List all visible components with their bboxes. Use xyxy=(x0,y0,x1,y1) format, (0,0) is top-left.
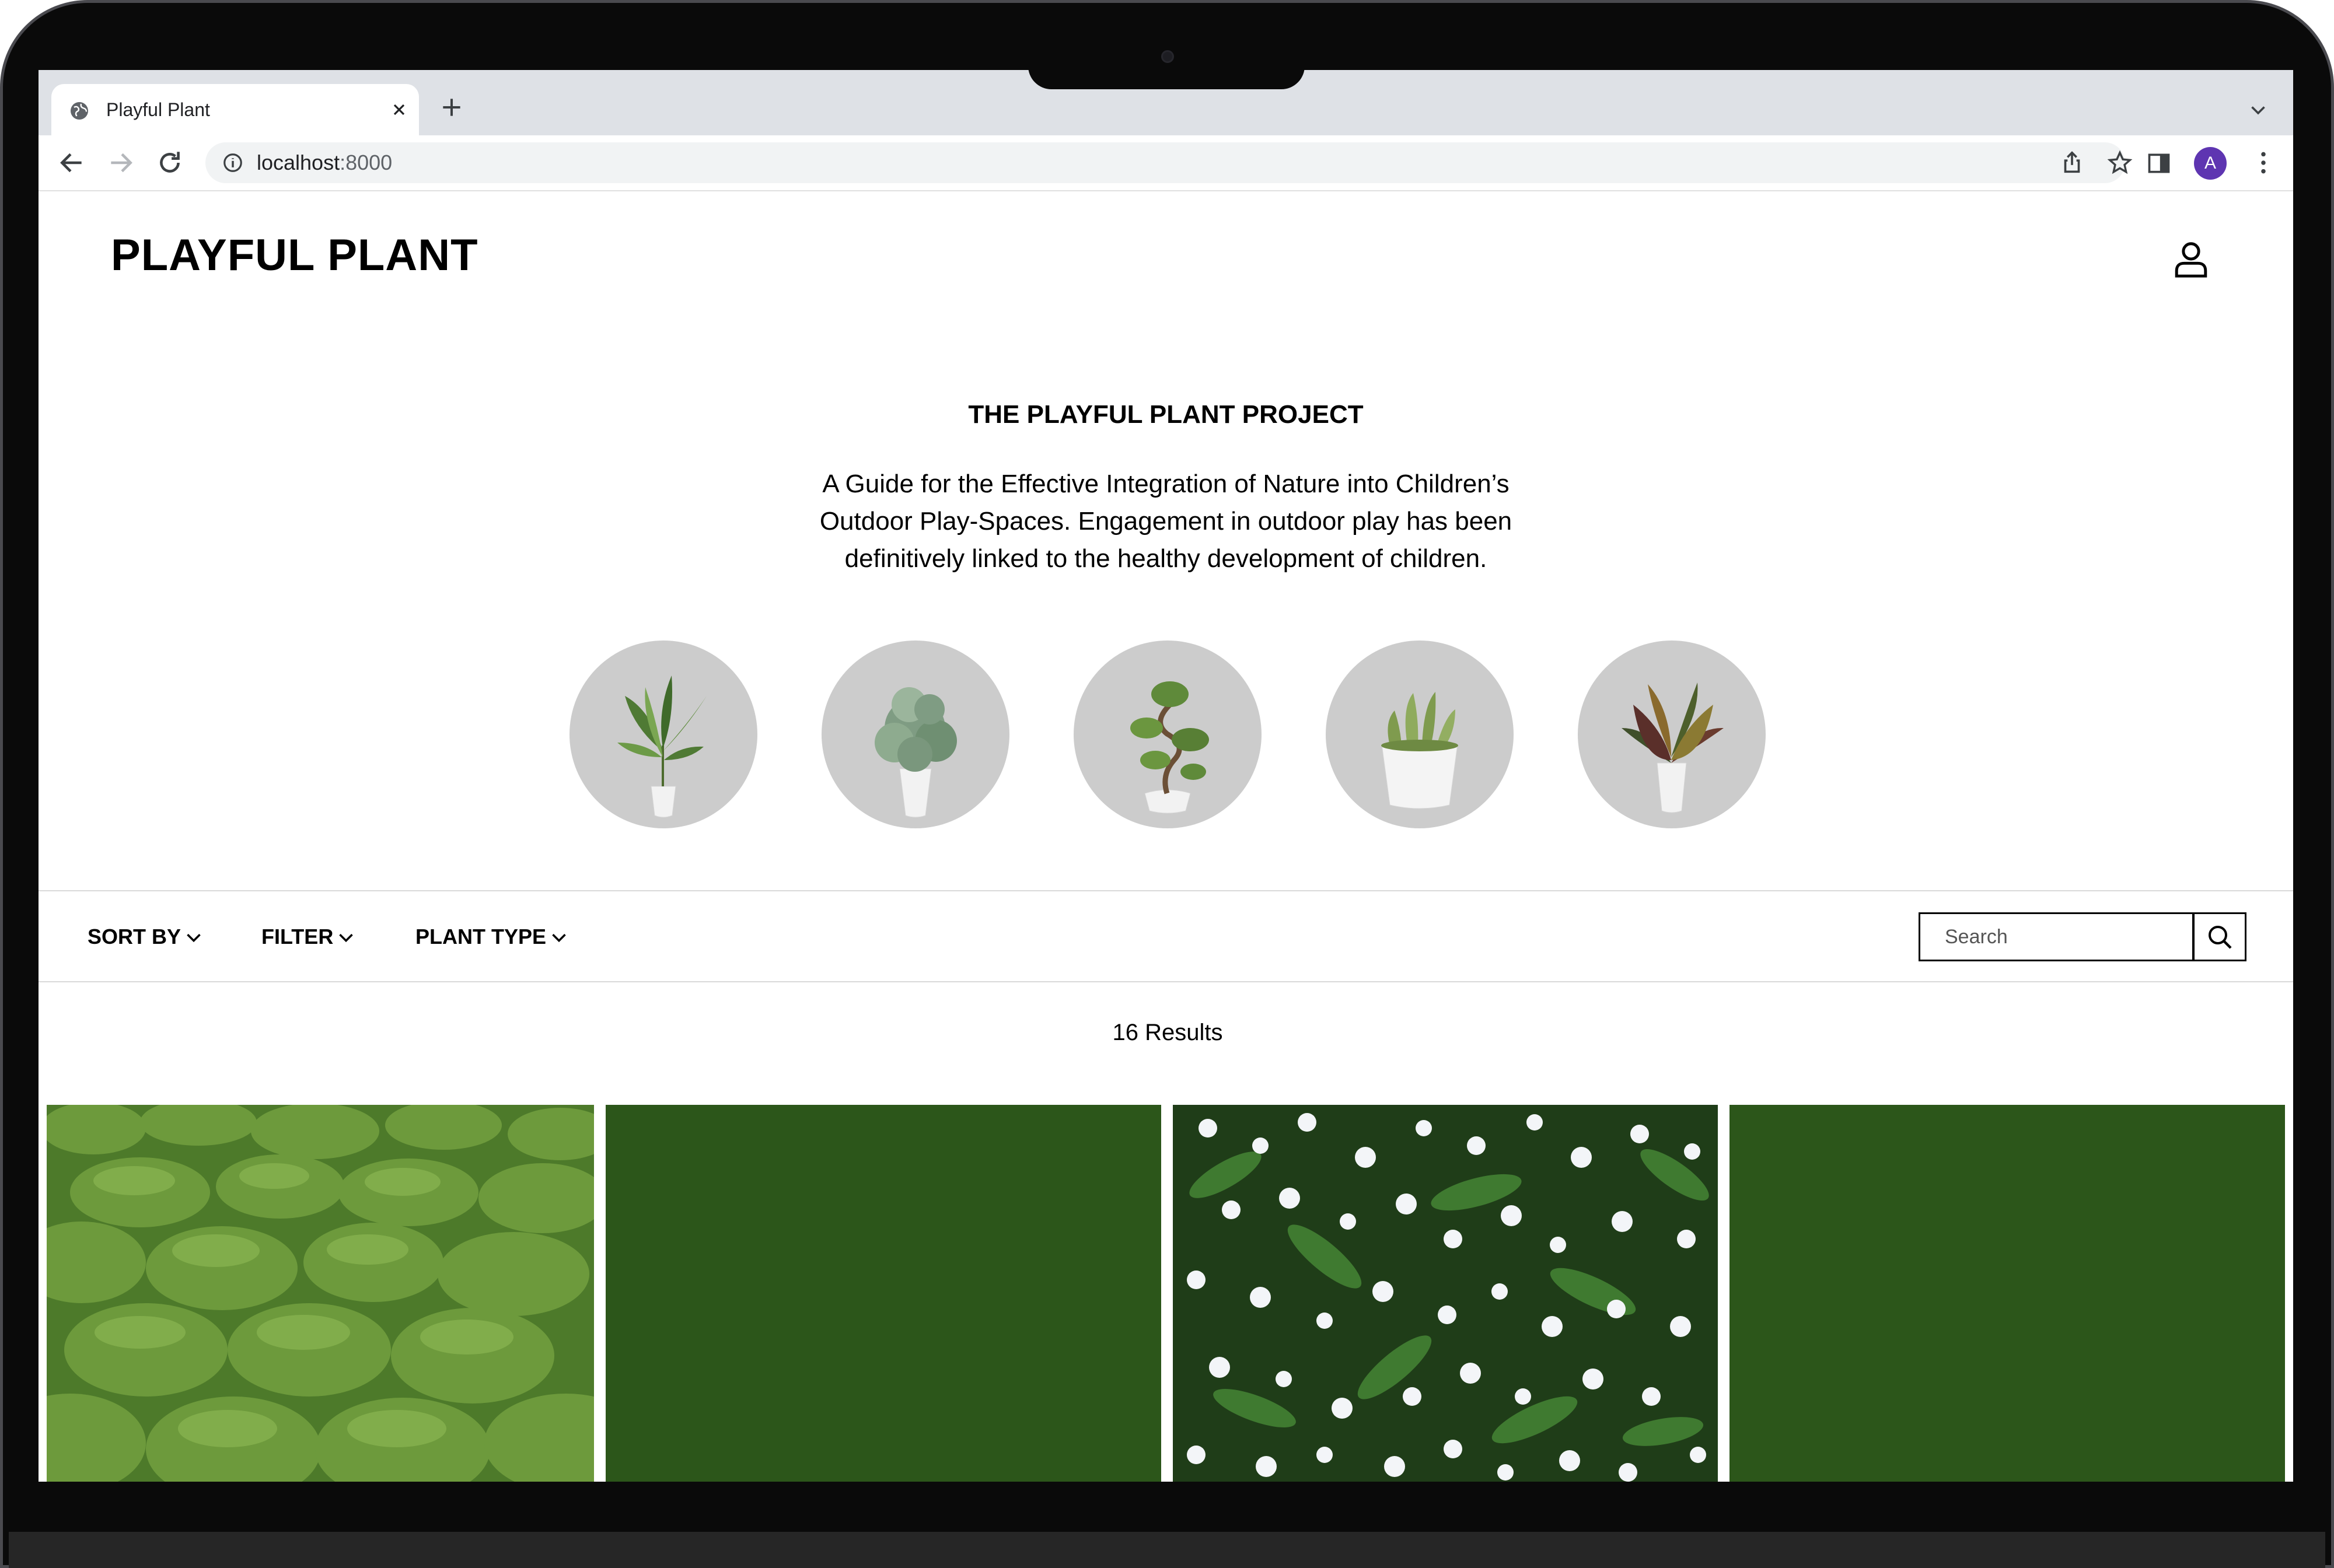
bonsai-tree-icon xyxy=(1130,681,1209,814)
close-icon[interactable] xyxy=(390,100,408,119)
category-bonsai[interactable] xyxy=(1074,640,1262,828)
site-logo[interactable]: PLAYFUL PLANT xyxy=(111,230,478,281)
product-card[interactable] xyxy=(47,1105,594,1482)
category-succulent[interactable] xyxy=(1326,640,1514,828)
category-croton[interactable] xyxy=(1578,640,1766,828)
chevron-down-icon xyxy=(552,934,566,943)
search-icon xyxy=(2209,926,2232,949)
moss-photo xyxy=(47,1105,594,1482)
sort-by-label: SORT BY xyxy=(88,925,181,949)
chevron-down-icon xyxy=(339,934,354,943)
search-field xyxy=(1919,912,2194,961)
more-menu-icon[interactable] xyxy=(2249,148,2278,177)
filter-label: FILTER xyxy=(261,925,334,949)
forward-arrow-icon[interactable] xyxy=(106,148,135,177)
product-card[interactable] xyxy=(606,1105,1161,1482)
plant-type-dropdown[interactable]: PLANT TYPE xyxy=(415,924,567,950)
category-palm-plant[interactable] xyxy=(569,640,757,828)
globe-icon xyxy=(71,102,88,120)
search-button[interactable] xyxy=(2193,912,2246,961)
bookmark-star-icon[interactable] xyxy=(2106,149,2133,176)
laptop-base xyxy=(9,1532,2325,1568)
address-bar[interactable]: localhost:8000 xyxy=(205,142,2133,183)
white-flower-groundcover-photo xyxy=(1173,1105,1718,1482)
results-count: 16 Results xyxy=(1112,1020,1223,1045)
user-account-icon[interactable] xyxy=(2171,238,2211,280)
url-host: localhost xyxy=(257,150,340,174)
search-input[interactable] xyxy=(1920,914,2192,960)
camera xyxy=(1161,50,1174,63)
profile-avatar[interactable]: A xyxy=(2194,147,2227,180)
chevron-down-icon[interactable] xyxy=(2248,99,2269,120)
side-panel-icon[interactable] xyxy=(2146,150,2172,176)
plant-type-label: PLANT TYPE xyxy=(415,925,547,949)
web-page: PLAYFUL PLANT THE PLAYFUL PLANT PROJECT … xyxy=(39,191,2293,1482)
leafy-bush-plant-icon xyxy=(875,687,957,818)
share-icon[interactable] xyxy=(2059,149,2085,176)
croton-plant-icon xyxy=(1622,682,1724,813)
palm-plant-icon xyxy=(617,676,707,818)
succulent-plant-icon xyxy=(1381,692,1458,809)
category-leafy-bush[interactable] xyxy=(822,640,1009,828)
back-arrow-icon[interactable] xyxy=(57,148,86,177)
green-placeholder xyxy=(606,1105,1161,1482)
filter-bar: SORT BY FILTER PLANT TYPE xyxy=(39,890,2293,982)
url-port: :8000 xyxy=(340,150,393,174)
new-tab-plus-icon[interactable] xyxy=(439,94,464,120)
tab-title: Playful Plant xyxy=(106,99,210,120)
product-card[interactable] xyxy=(1729,1105,2285,1482)
reload-icon[interactable] xyxy=(155,148,184,177)
filter-dropdown[interactable]: FILTER xyxy=(261,924,354,950)
camera-notch xyxy=(1028,61,1305,89)
url-text: localhost:8000 xyxy=(257,151,392,174)
browser-tab[interactable]: Playful Plant xyxy=(51,84,419,135)
product-card[interactable] xyxy=(1173,1105,1718,1482)
hero-description: A Guide for the Effective Integration of… xyxy=(819,470,1512,573)
browser-window: Playful Plant localhost:8000 A PLAYFUL P… xyxy=(39,70,2293,1482)
info-icon[interactable] xyxy=(222,152,244,174)
green-placeholder xyxy=(1729,1105,2285,1482)
hero-title: THE PLAYFUL PLANT PROJECT xyxy=(968,400,1364,429)
chevron-down-icon xyxy=(187,934,201,943)
sort-by-dropdown[interactable]: SORT BY xyxy=(88,924,202,950)
browser-toolbar: localhost:8000 A xyxy=(39,135,2293,191)
